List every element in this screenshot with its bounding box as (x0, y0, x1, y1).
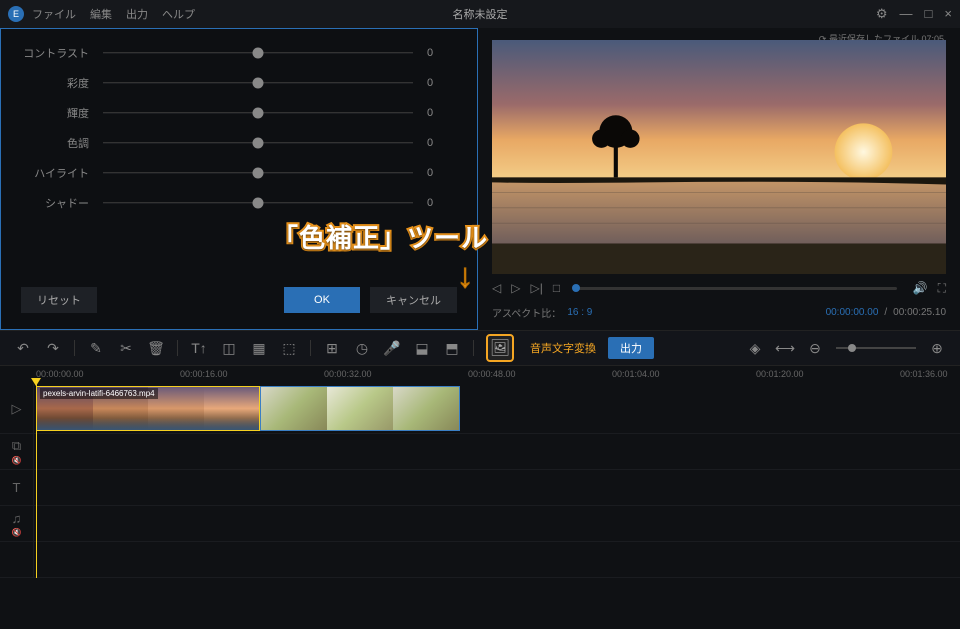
mic-icon[interactable]: 🎤 (383, 339, 401, 357)
track-head-video[interactable]: ▷ (0, 384, 34, 433)
marker-icon[interactable]: ◈ (746, 339, 764, 357)
slider-tone: 色調 0 (21, 135, 457, 151)
redo-icon[interactable]: ↷ (44, 339, 62, 357)
color-correction-tool[interactable]: 🖼 (486, 334, 514, 362)
timeline: ▷ pexels-arvin-latifi-6466763.mp4 ⧉ 🔇 (0, 384, 960, 578)
fullscreen-icon[interactable]: ⛶ (938, 281, 946, 296)
menu-help[interactable]: ヘルプ (162, 6, 195, 22)
video-track-icon: ▷ (12, 401, 22, 417)
cut-icon[interactable]: ✂ (117, 339, 135, 357)
zoom-slider[interactable] (836, 347, 916, 349)
stop-button[interactable]: □ (553, 281, 560, 295)
ok-button[interactable]: OK (284, 287, 360, 313)
video-preview (492, 40, 946, 274)
close-button[interactable]: × (944, 6, 952, 22)
aspect-label: アスペクト比： (492, 305, 561, 320)
tool-icon-9[interactable]: ⬒ (443, 339, 461, 357)
ruler-tick: 00:00:16.00 (180, 369, 228, 379)
duration-icon[interactable]: ◷ (353, 339, 371, 357)
aspect-value[interactable]: 16 : 9 (567, 307, 592, 318)
menu-export[interactable]: 出力 (126, 6, 148, 22)
mosaic-icon[interactable]: ▦ (250, 339, 268, 357)
edit-icon[interactable]: ✎ (87, 339, 105, 357)
delete-icon[interactable]: 🗑 (147, 339, 165, 357)
timeline-ruler[interactable]: 00:00:00.00 00:00:16.00 00:00:32.00 00:0… (0, 366, 960, 384)
prev-frame-button[interactable]: ◁ (492, 281, 501, 295)
toolbar: ↶ ↷ ✎ ✂ 🗑 T↑ ◫ ▦ ⬚ ⊞ ◷ 🎤 ⬓ ⬒ 🖼 音声文字変換 出力… (0, 330, 960, 366)
crop-icon[interactable]: ◫ (220, 339, 238, 357)
video-track[interactable]: ▷ pexels-arvin-latifi-6466763.mp4 (0, 384, 960, 434)
text-track[interactable]: T (0, 470, 960, 506)
clip-filename: pexels-arvin-latifi-6466763.mp4 (40, 388, 158, 399)
audio-to-text-button[interactable]: 音声文字変換 (530, 340, 596, 356)
color-correction-panel: コントラスト 0 彩度 0 輝度 0 色調 0 ハイライト (0, 28, 478, 330)
text-track-icon: T (13, 480, 21, 495)
text-tool-icon[interactable]: T↑ (190, 339, 208, 357)
audio-track-icon: ♫ (12, 511, 22, 526)
cancel-button[interactable]: キャンセル (370, 287, 457, 313)
zoom-out-icon[interactable]: ⊖ (806, 339, 824, 357)
audio-waveform (37, 418, 259, 430)
slider-value: 0 (427, 47, 457, 59)
reset-button[interactable]: リセット (21, 287, 97, 313)
ruler-tick: 00:01:04.00 (612, 369, 660, 379)
slider-contrast: コントラスト 0 (21, 45, 457, 61)
audio-track[interactable]: ♫ 🔇 (0, 506, 960, 542)
menu-file[interactable]: ファイル (32, 6, 76, 22)
zoom-in-icon[interactable]: ⊕ (928, 339, 946, 357)
slider-track[interactable] (103, 52, 413, 54)
extra-track[interactable] (0, 542, 960, 578)
scrub-bar[interactable] (576, 287, 897, 290)
total-time: 00:00:25.10 (893, 307, 946, 318)
track-head-text[interactable]: T (0, 470, 34, 505)
tool-icon-5[interactable]: ⊞ (323, 339, 341, 357)
slider-highlight: ハイライト 0 (21, 165, 457, 181)
app-logo: E (8, 6, 24, 22)
track-head-pip[interactable]: ⧉ 🔇 (0, 434, 34, 469)
play-button[interactable]: ▷ (511, 281, 520, 295)
next-frame-button[interactable]: ▷| (530, 281, 542, 295)
slider-thumb[interactable] (253, 47, 264, 58)
undo-icon[interactable]: ↶ (14, 339, 32, 357)
volume-icon[interactable]: 🔊 (913, 281, 928, 295)
slider-saturation: 彩度 0 (21, 75, 457, 91)
ruler-tick: 00:00:00.00 (36, 369, 84, 379)
tool-icon-8[interactable]: ⬓ (413, 339, 431, 357)
export-button[interactable]: 出力 (608, 337, 654, 359)
maximize-button[interactable]: □ (925, 6, 933, 22)
titlebar: E ファイル 編集 出力 ヘルプ 名称未設定 ⚙ — □ × (0, 0, 960, 28)
slider-shadow: シャドー 0 (21, 195, 457, 211)
slider-label: コントラスト (21, 45, 89, 61)
color-correction-icon: 🖼 (490, 338, 510, 358)
preview-panel: ⟳ 最近保存したファイル 07:05 (478, 28, 960, 330)
minimize-button[interactable]: — (900, 6, 913, 22)
current-time: 00:00:00.00 (826, 307, 879, 318)
video-clip-2[interactable] (260, 386, 460, 431)
video-clip-1[interactable]: pexels-arvin-latifi-6466763.mp4 (36, 386, 260, 431)
tool-icon-4[interactable]: ⬚ (280, 339, 298, 357)
window-title: 名称未設定 (453, 6, 508, 22)
transport-bar: ◁ ▷ ▷| □ 🔊 ⛶ (492, 274, 946, 302)
slider-brightness: 輝度 0 (21, 105, 457, 121)
ruler-tick: 00:00:32.00 (324, 369, 372, 379)
pip-track[interactable]: ⧉ 🔇 (0, 434, 960, 470)
pip-track-icon: ⧉ (12, 438, 21, 454)
track-head-audio[interactable]: ♫ 🔇 (0, 506, 34, 541)
settings-icon[interactable]: ⚙ (876, 6, 888, 22)
ruler-tick: 00:01:36.00 (900, 369, 948, 379)
fit-icon[interactable]: ⟷ (776, 339, 794, 357)
ruler-tick: 00:01:20.00 (756, 369, 804, 379)
menu-edit[interactable]: 編集 (90, 6, 112, 22)
ruler-tick: 00:00:48.00 (468, 369, 516, 379)
playhead[interactable] (36, 384, 37, 578)
